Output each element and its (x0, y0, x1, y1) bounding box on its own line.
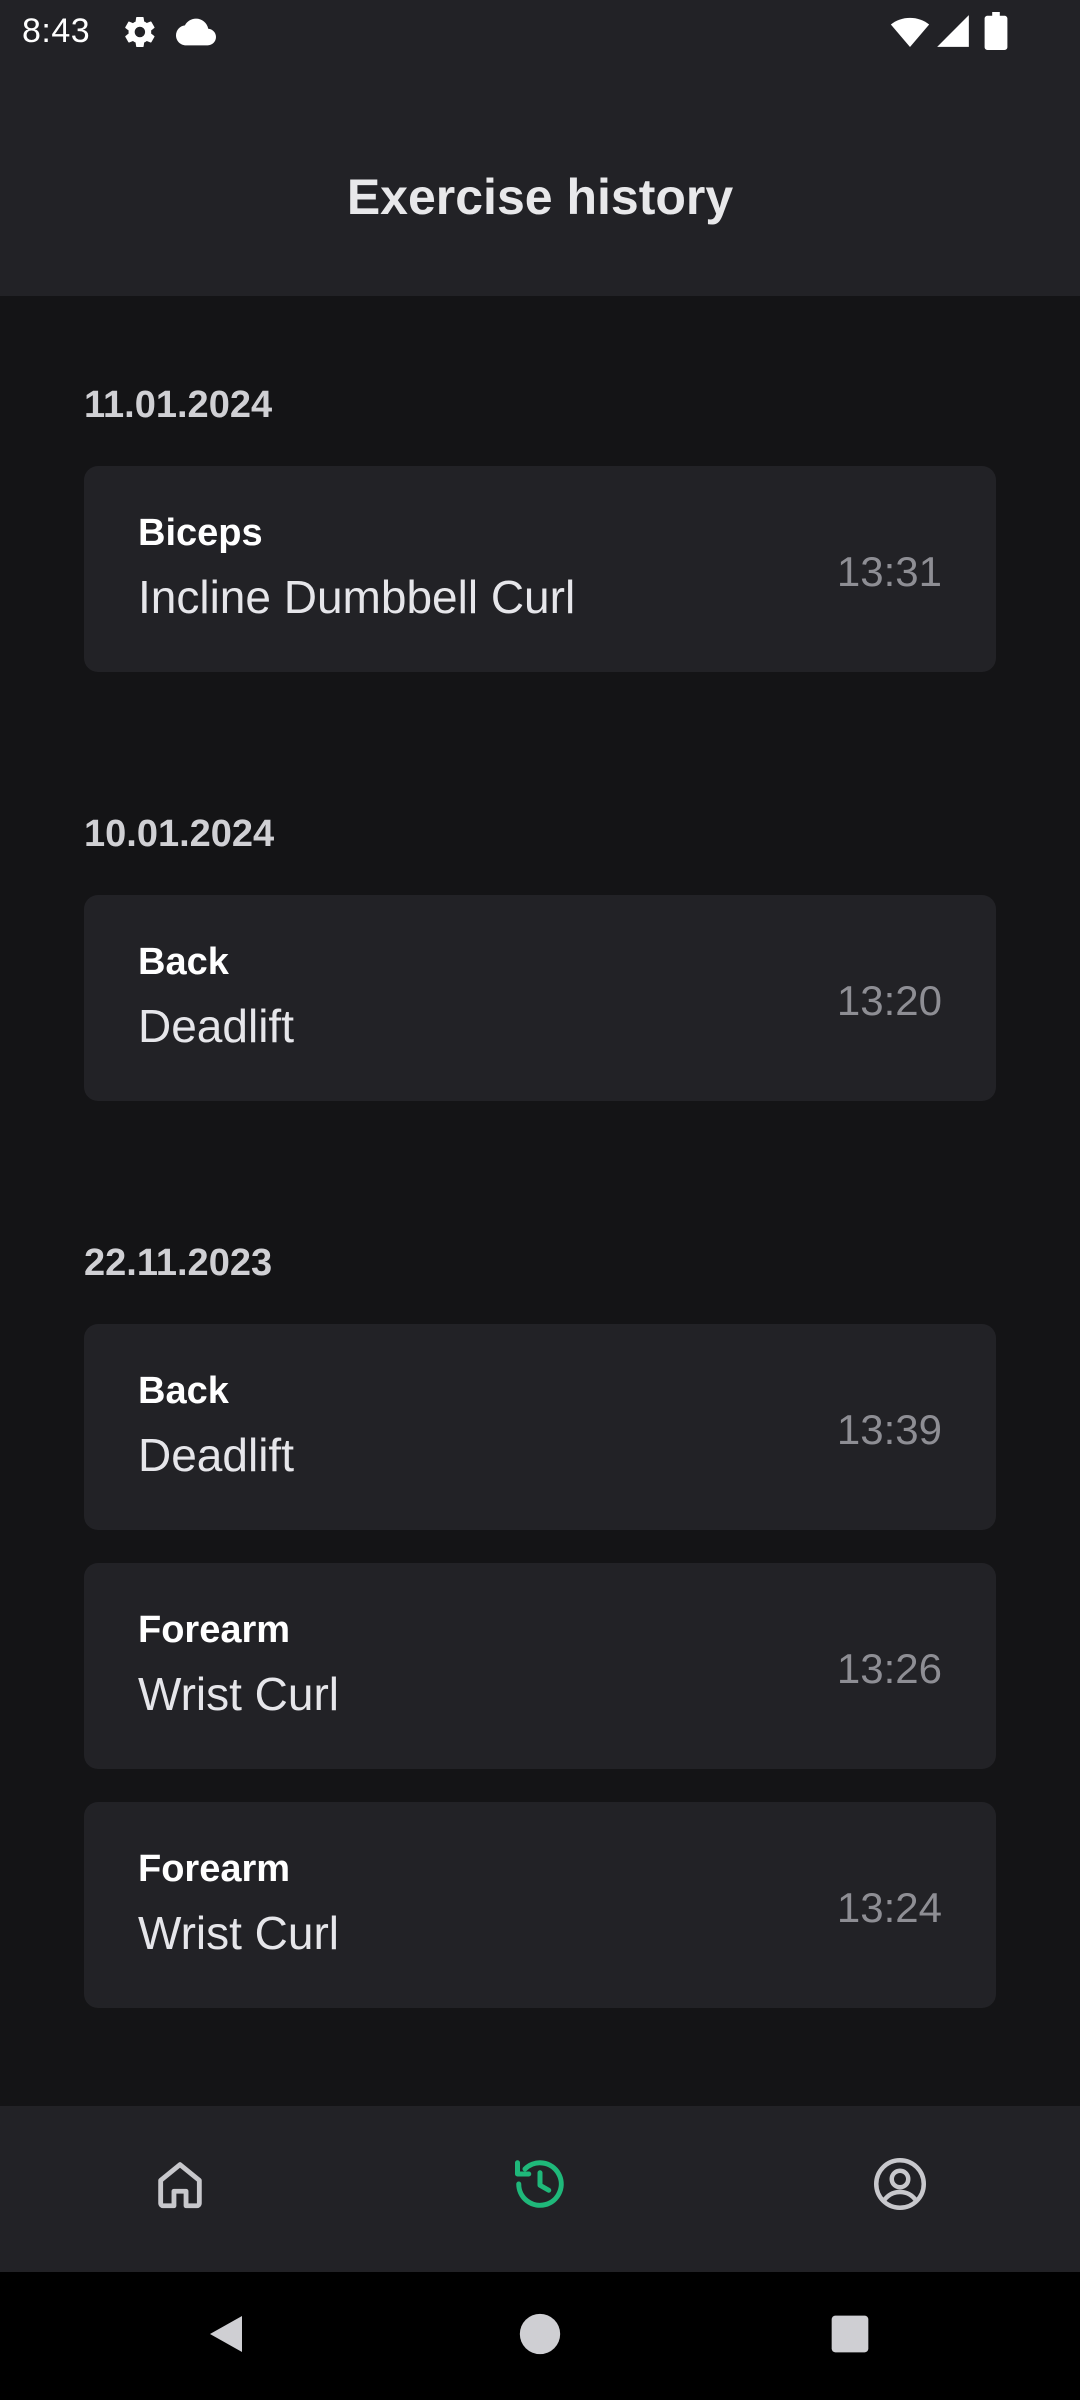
nav-history-button[interactable] (490, 2136, 590, 2236)
history-entry-card[interactable]: Biceps Incline Dumbbell Curl 13:31 (84, 466, 996, 672)
entry-exercise: Deadlift (138, 1429, 294, 1481)
history-entry-card[interactable]: Back Deadlift 13:39 (84, 1324, 996, 1530)
status-bar: 8:43 (0, 0, 1080, 64)
entry-category: Forearm (138, 1609, 291, 1651)
history-entry-card[interactable]: Forearm Wrist Curl 13:26 (84, 1563, 996, 1769)
gear-icon (122, 14, 158, 55)
entry-category: Back (138, 1370, 229, 1412)
entry-time: 13:26 (836, 1645, 942, 1692)
nav-home-button[interactable] (130, 2136, 230, 2236)
recents-icon (828, 2312, 872, 2361)
system-back-button[interactable] (188, 2298, 264, 2374)
entry-time: 13:24 (836, 1884, 942, 1931)
system-navigation-bar (0, 2272, 1080, 2400)
history-entry-card[interactable]: Forearm Wrist Curl 13:24 (84, 1802, 996, 2008)
entry-time: 13:31 (836, 548, 942, 595)
history-icon (510, 2154, 570, 2219)
date-header: 22.11.2023 (84, 1242, 273, 1284)
history-entry-card[interactable]: Back Deadlift 13:20 (84, 895, 996, 1101)
back-icon (202, 2310, 250, 2363)
nav-account-button[interactable] (850, 2136, 950, 2236)
bottom-navigation (0, 2106, 1080, 2272)
entry-category: Back (138, 941, 229, 983)
signal-icon (934, 12, 972, 55)
wifi-icon (890, 12, 930, 57)
system-home-button[interactable] (502, 2298, 578, 2374)
entry-exercise: Wrist Curl (138, 1668, 340, 1720)
home-circle-icon (518, 2312, 562, 2361)
screen: 8:43 Exercise history 11.01.2024 Biceps … (0, 0, 1080, 2400)
status-time: 8:43 (22, 12, 91, 50)
app-bar: Exercise history (0, 64, 1080, 296)
cloud-icon (176, 12, 216, 57)
system-recents-button[interactable] (812, 2298, 888, 2374)
page-title: Exercise history (346, 169, 734, 225)
entry-exercise: Incline Dumbbell Curl (138, 571, 576, 623)
entry-time: 13:20 (836, 977, 942, 1024)
entry-category: Biceps (138, 512, 263, 554)
entry-category: Forearm (138, 1848, 291, 1890)
account-icon (870, 2154, 930, 2219)
date-header: 11.01.2024 (84, 384, 273, 426)
entry-exercise: Deadlift (138, 1000, 294, 1052)
battery-icon (984, 12, 1008, 55)
date-header: 10.01.2024 (84, 813, 275, 855)
entry-time: 13:39 (836, 1406, 942, 1453)
history-list[interactable]: 11.01.2024 Biceps Incline Dumbbell Curl … (0, 296, 1080, 2106)
entry-exercise: Wrist Curl (138, 1907, 340, 1959)
home-icon (151, 2155, 209, 2218)
